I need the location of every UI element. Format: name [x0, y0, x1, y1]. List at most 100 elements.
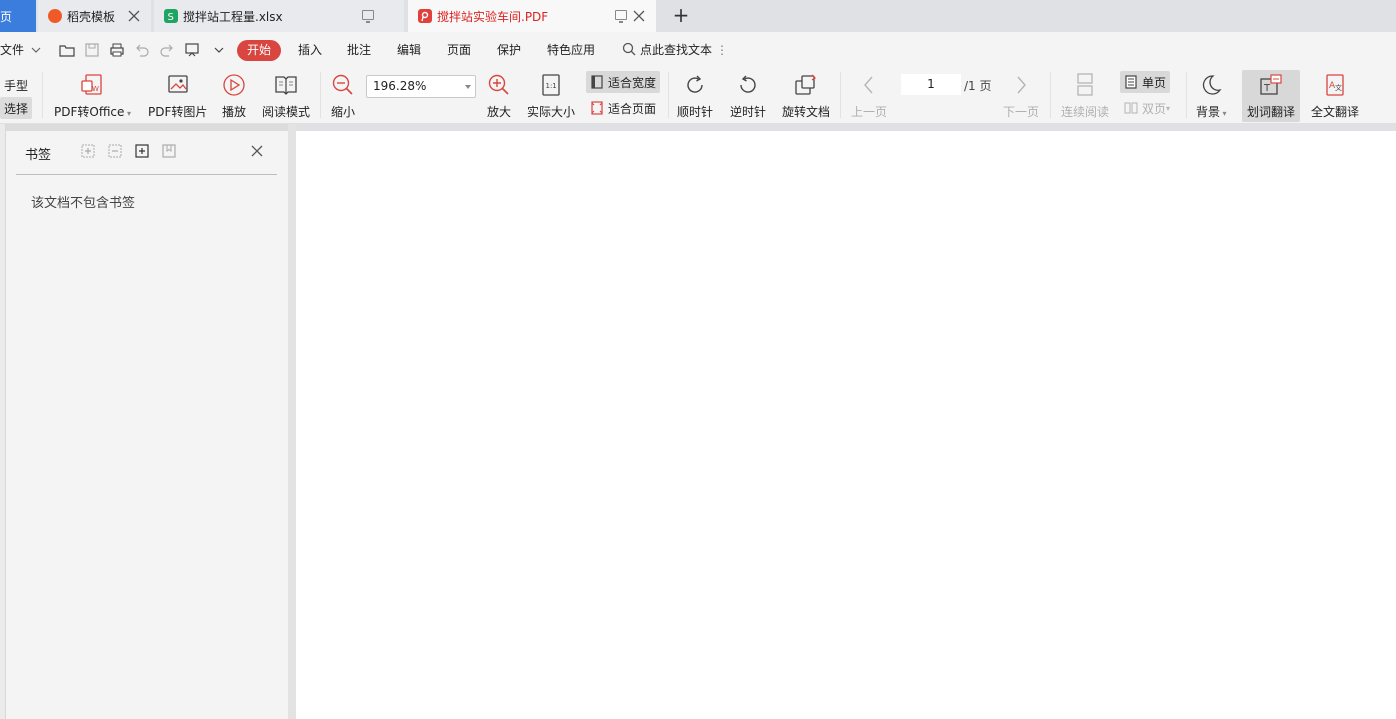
fit-page-icon [591, 101, 603, 115]
tab-daoke-templates[interactable]: 稻壳模板 [38, 0, 151, 32]
convert-icon[interactable] [184, 42, 200, 58]
background-button[interactable]: 背景 ▾ [1196, 72, 1227, 120]
pdf-to-office-text: PDF转Office [54, 105, 125, 119]
zoom-out-label: 缩小 [330, 105, 355, 119]
panel-top-gap [6, 124, 288, 131]
bookmark-panel-title: 书签 [25, 148, 52, 163]
redo-icon[interactable] [159, 42, 175, 58]
word-translate-button[interactable]: T 划词翻译 [1242, 70, 1300, 122]
rotate-document-icon [795, 74, 817, 95]
tab-home[interactable]: 页 [0, 0, 36, 32]
page-total: /1 页 [964, 79, 992, 93]
tab-pdf-label: 搅拌站实验车间.PDF [437, 9, 549, 24]
hand-tool-label: 手型 [4, 78, 29, 93]
print-icon[interactable] [109, 42, 125, 58]
full-translate-label: 全文翻译 [1311, 105, 1360, 119]
close-icon[interactable] [250, 144, 264, 158]
prev-page-label: 上一页 [851, 105, 888, 119]
menu-page[interactable]: 页面 [447, 41, 471, 58]
file-menu[interactable]: 文件 [0, 41, 41, 58]
rotate-counterclockwise-label: 逆时针 [730, 105, 767, 119]
fit-page-button[interactable]: 适合页面 [586, 97, 660, 119]
zoom-in-button[interactable]: 放大 [486, 72, 512, 120]
dropdown-icon[interactable] [211, 42, 227, 58]
search-icon [622, 42, 636, 56]
word-translate-icon: T [1260, 74, 1282, 95]
double-page-button[interactable]: 双页 ▾ [1120, 97, 1174, 119]
pdf-to-office-label: PDF转Office ▾ [54, 103, 131, 120]
zoom-out-button[interactable]: 缩小 [330, 72, 356, 120]
more-icon[interactable]: ⋮ [716, 43, 728, 57]
caret-down-icon [465, 85, 471, 89]
fit-width-button[interactable]: 适合宽度 [586, 71, 661, 93]
select-tool-button[interactable]: 选择 [0, 97, 33, 119]
tab-home-label: 页 [0, 9, 13, 24]
zoom-level-value: 196.28% [373, 79, 427, 93]
svg-text:S: S [168, 12, 174, 23]
full-translate-button[interactable]: A文 全文翻译 [1311, 72, 1359, 120]
svg-text:1:1: 1:1 [546, 82, 557, 90]
continuous-reading-button[interactable]: 连续阅读 [1061, 72, 1109, 120]
rotate-clockwise-icon [687, 75, 703, 93]
select-tool-label: 选择 [4, 101, 29, 116]
tab-xlsx[interactable]: S 搅拌站工程量.xlsx [154, 0, 404, 32]
menu-edit[interactable]: 编辑 [397, 41, 421, 58]
rotate-counterclockwise-button[interactable]: 逆时针 [730, 72, 766, 120]
reading-mode-label: 阅读模式 [262, 105, 311, 119]
rotate-clockwise-label: 顺时针 [677, 105, 714, 119]
reading-mode-button[interactable]: 阅读模式 [262, 72, 310, 120]
close-icon[interactable] [127, 9, 141, 23]
single-page-button[interactable]: 单页 [1120, 71, 1171, 93]
zoom-out-icon [332, 74, 353, 95]
chevron-down-icon [31, 47, 41, 53]
add-bookmark-icon[interactable] [134, 143, 150, 159]
divider [840, 72, 841, 118]
bookmark-panel: 书签 该文档不包含书签 [6, 131, 288, 719]
pdf-page-canvas[interactable] [296, 131, 1396, 719]
open-folder-icon[interactable] [59, 42, 75, 58]
pdf-to-image-label: PDF转图片 [148, 105, 208, 119]
hand-tool-button[interactable]: 手型 [0, 74, 32, 96]
monitor-icon[interactable] [615, 10, 627, 23]
menu-annotate[interactable]: 批注 [347, 41, 371, 58]
chevron-left-icon [864, 76, 873, 94]
menu-insert[interactable]: 插入 [298, 41, 322, 58]
rotate-document-button[interactable]: 旋转文档 [782, 72, 830, 120]
collapse-all-icon[interactable] [107, 143, 123, 159]
zoom-in-label: 放大 [486, 105, 511, 119]
full-translate-icon: A文 [1326, 74, 1344, 96]
double-page-label: 双页 [1142, 101, 1167, 116]
panel-splitter[interactable] [288, 124, 296, 719]
divider [42, 72, 43, 118]
prev-page-button[interactable]: 上一页 [851, 72, 887, 120]
undo-icon[interactable] [134, 42, 150, 58]
expand-all-icon[interactable] [80, 143, 96, 159]
menu-start[interactable]: 开始 [237, 40, 281, 61]
divider [1050, 72, 1051, 118]
double-page-icon [1124, 102, 1138, 114]
new-tab-button[interactable]: + [670, 5, 692, 27]
tab-pdf[interactable]: 搅拌站实验车间.PDF [408, 0, 656, 32]
background-label: 背景 ▾ [1196, 103, 1227, 120]
caret-down-icon: ▾ [1220, 109, 1227, 118]
actual-size-button[interactable]: 1:1 实际大小 [527, 72, 575, 120]
bookmark-icon[interactable] [161, 143, 177, 159]
next-page-button[interactable]: 下一页 [1003, 72, 1039, 120]
zoom-level-select[interactable]: 196.28% [366, 75, 476, 98]
rotate-clockwise-button[interactable]: 顺时针 [677, 72, 713, 120]
empty-bookmarks-message: 该文档不包含书签 [31, 196, 136, 211]
page-number-input[interactable]: 1 [901, 74, 961, 95]
save-icon[interactable] [84, 42, 100, 58]
play-button[interactable]: 播放 [221, 72, 247, 120]
monitor-icon[interactable] [362, 10, 374, 23]
pdf-to-image-button[interactable]: PDF转图片 [148, 72, 207, 120]
menu-protect[interactable]: 保护 [497, 41, 521, 58]
daoke-icon [48, 9, 62, 23]
menu-features[interactable]: 特色应用 [547, 41, 595, 58]
word-translate-label: 划词翻译 [1246, 105, 1295, 119]
pdf-to-office-button[interactable]: W PDF转Office ▾ [54, 72, 131, 120]
svg-text:W: W [92, 85, 99, 93]
close-icon[interactable] [632, 9, 646, 23]
find-text-button[interactable]: 点此查找文本 ⋮ [622, 41, 728, 58]
file-menu-label: 文件 [0, 43, 25, 57]
